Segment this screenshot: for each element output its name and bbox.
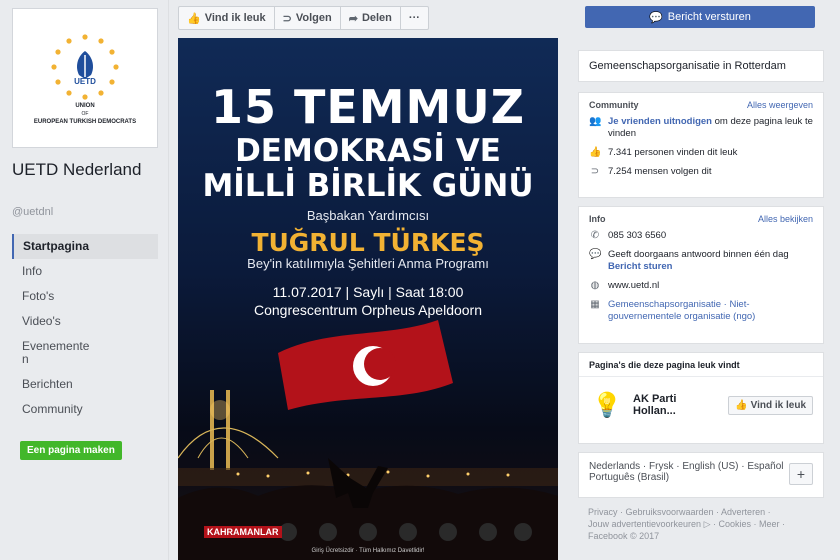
follow-icon: ⊃ xyxy=(590,166,600,177)
page-action-toolbar: 👍 Vind ik leuk ⊃ Volgen ➦ Delen ··· xyxy=(178,6,429,30)
thumbs-up-icon: 👍 xyxy=(735,399,748,411)
footer-line3: Facebook © 2017 xyxy=(588,531,660,541)
logo-line2: OF xyxy=(81,111,89,117)
category-card: Gemeenschapsorganisatie in Rotterdam xyxy=(578,50,824,82)
language-line2[interactable]: Português (Brasil) xyxy=(589,472,813,483)
page-nav: Startpagina Info Foto's Video's Evenemen… xyxy=(12,234,158,422)
website-link[interactable]: www.uetd.nl xyxy=(608,280,659,292)
info-title: Info xyxy=(589,214,606,224)
send-message-link[interactable]: Bericht sturen xyxy=(608,261,672,272)
ellipsis-icon: ··· xyxy=(408,12,420,24)
phone-icon: ✆ xyxy=(590,230,600,241)
poster-title-line2: DEMOKRASİ VE MİLLİ BİRLİK GÜNÜ xyxy=(178,134,558,204)
share-button[interactable]: ➦ Delen xyxy=(341,7,401,29)
liked-pages-card: Pagina's die deze pagina leuk vindt 💡 AK… xyxy=(578,352,824,444)
likes-row: 👍 7.341 personen vinden dit leuk xyxy=(579,147,823,159)
liked-page-name[interactable]: AK Parti Hollan... xyxy=(633,393,720,417)
community-see-all-link[interactable]: Alles weergeven xyxy=(747,100,813,110)
thumbs-up-icon: 👍 xyxy=(187,12,201,25)
invite-text: Je vrienden uitnodigen om deze pagina le… xyxy=(608,116,813,140)
page-title[interactable]: UETD Nederland xyxy=(12,160,162,180)
nav-item-community[interactable]: Community xyxy=(12,397,158,422)
lightbulb-icon[interactable]: 💡 xyxy=(589,387,625,423)
poster-program: Bey'in katılımıyla Şehitleri Anma Progra… xyxy=(247,256,489,271)
column-divider xyxy=(168,0,169,560)
tag-icon: ▦ xyxy=(590,299,600,310)
nav-item-events[interactable]: Evenemente n xyxy=(12,334,158,372)
poster-title-line2-text: DEMOKRASİ VE xyxy=(235,133,501,169)
nav-item-posts[interactable]: Berichten xyxy=(12,372,158,397)
poster-title-line1: 15 TEMMUZ xyxy=(210,80,526,134)
invite-friends-link[interactable]: Je vrienden uitnodigen xyxy=(608,116,712,127)
more-options-button[interactable]: ··· xyxy=(401,7,428,29)
send-message-label: Bericht versturen xyxy=(667,11,751,23)
footer-line2[interactable]: Jouw advertentievoorkeuren ▷ · Cookies ·… xyxy=(588,518,818,530)
community-header: Community Alles weergeven xyxy=(579,93,823,116)
messenger-icon: 💬 xyxy=(649,11,663,24)
response-text: Geeft doorgaans antwoord binnen één dag B… xyxy=(608,249,789,273)
liked-page-row: 💡 AK Parti Hollan... 👍 Vind ik leuk xyxy=(579,376,823,433)
nav-item-info[interactable]: Info xyxy=(12,259,158,284)
page-handle[interactable]: @uetdnl xyxy=(12,206,53,218)
response-time: Geeft doorgaans antwoord binnen één dag xyxy=(608,249,789,260)
poster-title-line3-text: MİLLİ BİRLİK GÜNÜ xyxy=(202,168,534,204)
liked-page-like-button[interactable]: 👍 Vind ik leuk xyxy=(728,395,813,415)
send-message-button[interactable]: 💬 Bericht versturen xyxy=(585,6,815,28)
phone-number[interactable]: 085 303 6560 xyxy=(608,230,666,242)
language-card: Nederlands · Frysk · English (US) · Espa… xyxy=(578,452,824,498)
create-page-button[interactable]: Een pagina maken xyxy=(20,441,122,460)
community-title: Community xyxy=(589,100,639,110)
nav-item-videos[interactable]: Video's xyxy=(12,309,158,334)
follows-count: 7.254 mensen volgen dit xyxy=(608,166,712,177)
follow-label: Volgen xyxy=(295,12,332,24)
chat-bubble-icon: 💬 xyxy=(589,249,602,260)
follows-row: ⊃ 7.254 mensen volgen dit xyxy=(579,166,823,178)
nav-item-home[interactable]: Startpagina xyxy=(12,234,158,259)
poster-subtitle: Başbakan Yardımcısı xyxy=(306,208,430,223)
globe-icon: ◍ xyxy=(590,280,600,291)
site-footer: Privacy · Gebruiksvoorwaarden · Adverter… xyxy=(588,506,818,542)
response-row: 💬 Geeft doorgaans antwoord binnen één da… xyxy=(579,249,823,273)
website-row: ◍ www.uetd.nl xyxy=(579,280,823,292)
like-page-button[interactable]: 👍 Vind ik leuk xyxy=(179,7,275,29)
rss-icon: ⊃ xyxy=(282,12,292,25)
uetd-logo: UETD UNION OF EUROPEAN TURKISH DEMOCRATS xyxy=(21,17,149,139)
poster-date: 11.07.2017 | Saylı | Saat 18:00 xyxy=(272,284,464,300)
liked-pages-title: Pagina's die deze pagina leuk vindt xyxy=(589,360,740,370)
info-see-all-link[interactable]: Alles bekijken xyxy=(758,214,813,224)
nav-item-photos[interactable]: Foto's xyxy=(12,284,158,309)
category-text[interactable]: Gemeenschapsorganisatie in Rotterdam xyxy=(589,60,786,72)
add-language-button[interactable]: + xyxy=(789,463,813,485)
share-arrow-icon: ➦ xyxy=(348,12,358,25)
language-line1[interactable]: Nederlands · Frysk · English (US) · Espa… xyxy=(589,461,813,472)
invite-row: 👥 Je vrienden uitnodigen om deze pagina … xyxy=(579,116,823,140)
community-card: Community Alles weergeven 👥 Je vrienden … xyxy=(578,92,824,198)
cover-poster[interactable]: 15 TEMMUZ DEMOKRASİ VE MİLLİ BİRLİK GÜNÜ… xyxy=(178,38,558,560)
footer-line1[interactable]: Privacy · Gebruiksvoorwaarden · Adverter… xyxy=(588,506,818,518)
liked-page-like-label: Vind ik leuk xyxy=(750,399,806,411)
add-friend-icon: 👥 xyxy=(589,116,602,127)
phone-row: ✆ 085 303 6560 xyxy=(579,230,823,242)
poster-speaker: TUĞRUL TÜRKEŞ xyxy=(251,228,485,257)
poster-badge: KAHRAMANLAR xyxy=(204,526,282,538)
info-card: Info Alles bekijken ✆ 085 303 6560 💬 Gee… xyxy=(578,206,824,344)
page-profile-picture[interactable]: UETD UNION OF EUROPEAN TURKISH DEMOCRATS xyxy=(12,8,158,148)
logo-line3: EUROPEAN TURKISH DEMOCRATS xyxy=(33,119,137,125)
category-link[interactable]: Gemeenschapsorganisatie · Niet-gouvernem… xyxy=(608,299,813,323)
liked-pages-header: Pagina's die deze pagina leuk vindt xyxy=(579,353,823,376)
poster-footer: Giriş Ücretsizdir · Tüm Halkımız Davetli… xyxy=(311,548,425,554)
logo-line1: UNION xyxy=(75,103,95,109)
share-label: Delen xyxy=(361,12,392,24)
logo-abbr: UETD xyxy=(74,77,96,86)
info-header: Info Alles bekijken xyxy=(579,207,823,230)
language-list[interactable]: Nederlands · Frysk · English (US) · Espa… xyxy=(589,461,813,483)
like-label: Vind ik leuk xyxy=(204,12,266,24)
poster-venue: Congrescentrum Orpheus Apeldoorn xyxy=(253,302,483,318)
category-row: ▦ Gemeenschapsorganisatie · Niet-gouvern… xyxy=(579,299,823,323)
follow-button[interactable]: ⊃ Volgen xyxy=(275,7,341,29)
likes-count[interactable]: 7.341 personen vinden dit leuk xyxy=(608,147,737,159)
thumbs-up-icon: 👍 xyxy=(589,147,602,158)
